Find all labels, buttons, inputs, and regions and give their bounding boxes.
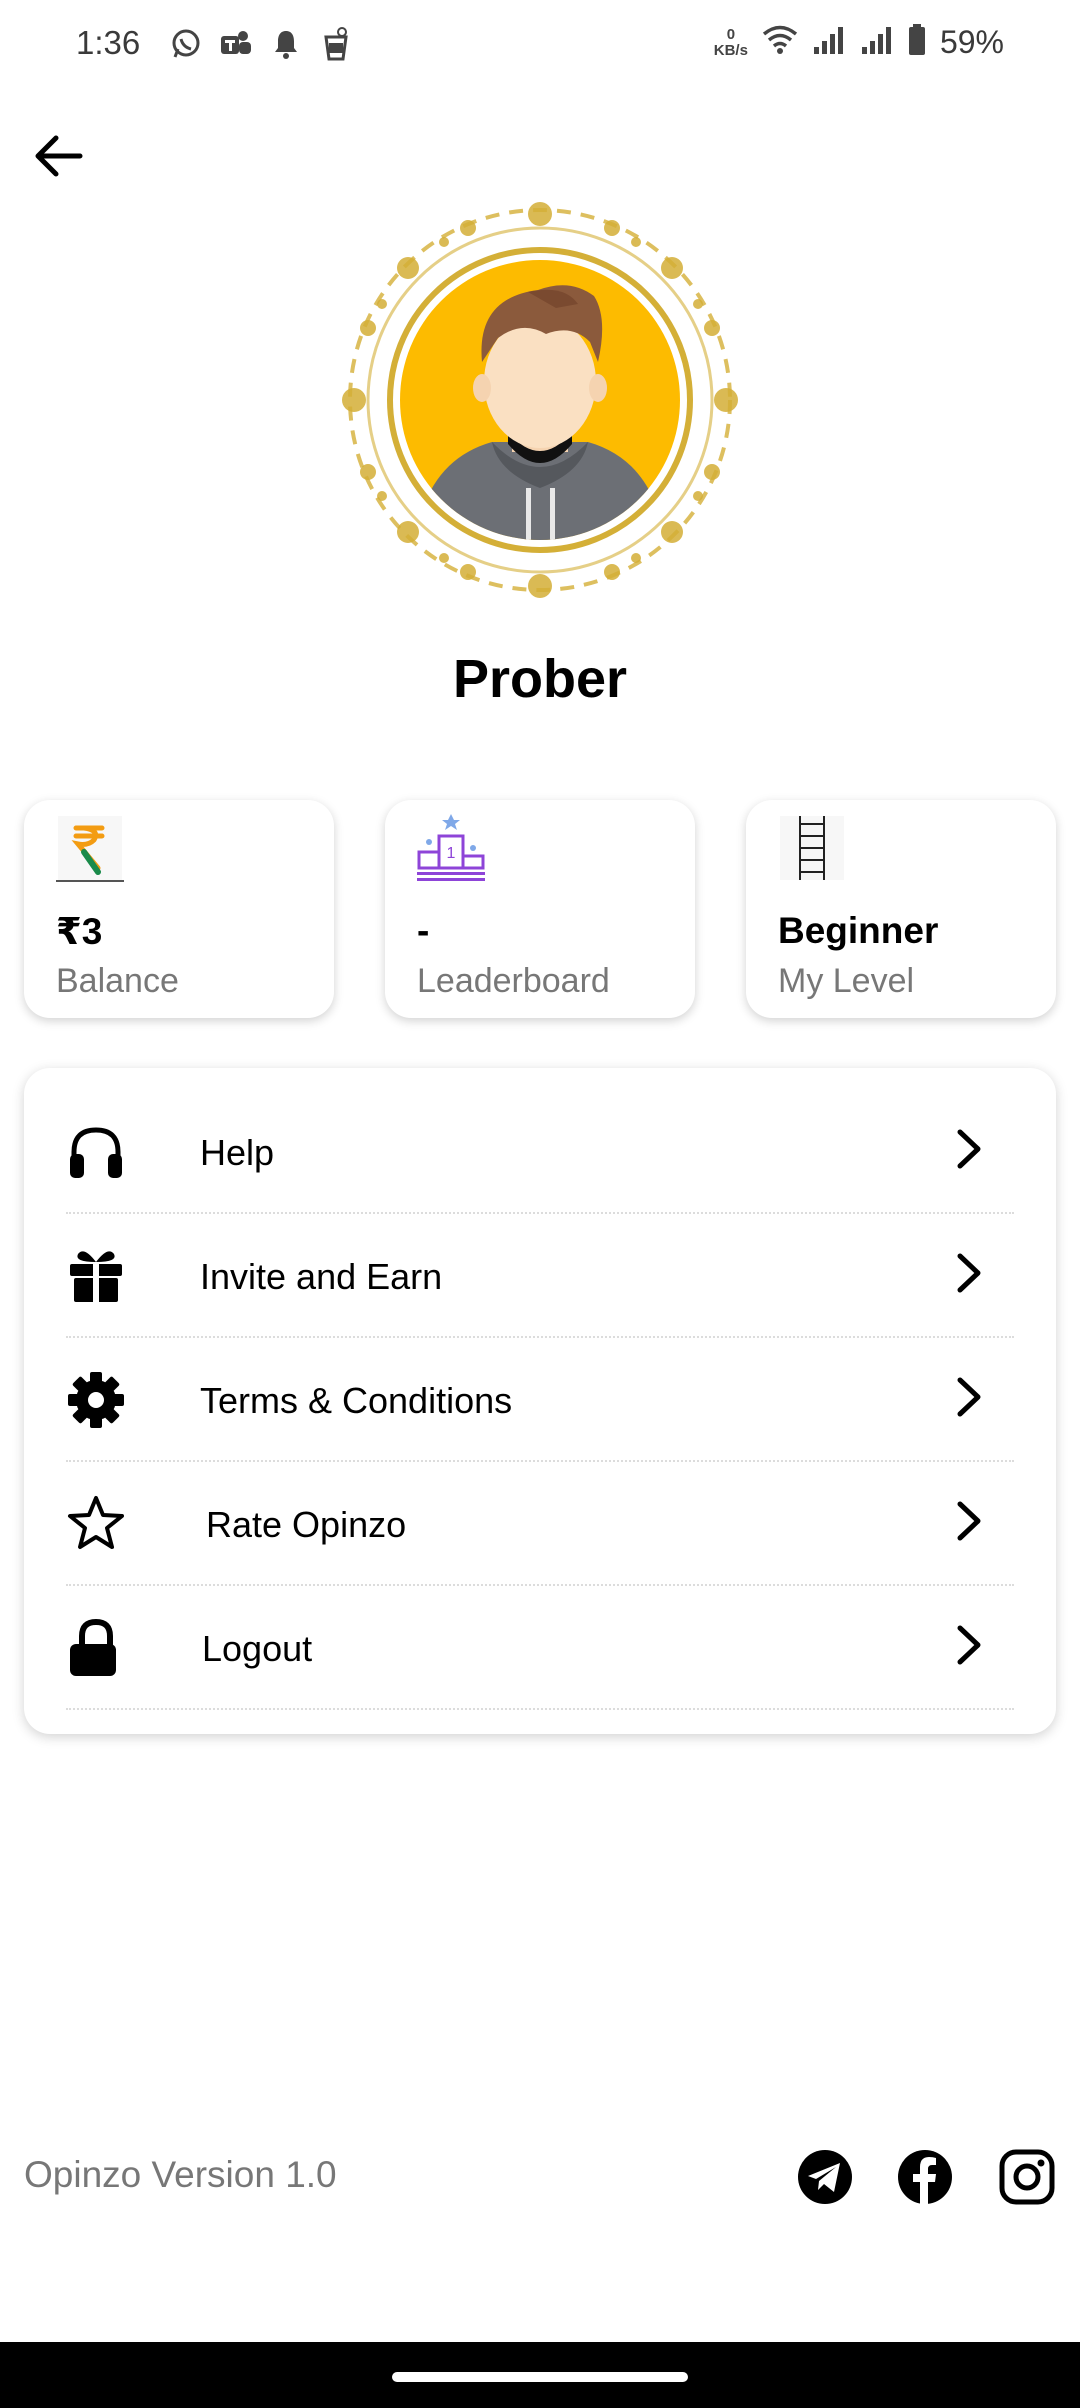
ladder-icon [776,812,848,884]
podium-icon: 1 [415,812,487,884]
chevron-right-icon [950,1624,986,1666]
leaderboard-value: - [417,910,430,951]
lock-icon [66,1618,126,1678]
facebook-icon[interactable] [896,2148,954,2206]
leaderboard-label: Leaderboard [417,962,610,1000]
menu-item-logout[interactable]: Logout [66,1584,1014,1710]
menu-label-logout: Logout [202,1628,313,1669]
svg-text:1: 1 [447,845,456,862]
system-nav-bar [0,2342,1080,2408]
level-card[interactable]: Beginner My Level [746,800,1056,1018]
battery-percent: 59% [939,24,1004,60]
level-label: My Level [778,962,915,1000]
status-bar: 1:36 0 KB/s 59% [0,0,1080,90]
app-version: Opinzo Version 1.0 [24,2154,337,2195]
menu-item-invite[interactable]: Invite and Earn [66,1212,1014,1338]
star-icon [66,1494,126,1554]
instagram-icon[interactable] [998,2148,1056,2206]
settings-menu: Help Invite and Earn Terms & Conditions … [24,1068,1056,1734]
menu-item-help[interactable]: Help [66,1088,1014,1214]
status-time: 1:36 [76,24,141,61]
menu-label-help: Help [200,1132,275,1173]
wifi-icon [762,25,798,60]
profile-name: Prober [452,649,628,709]
menu-item-rate[interactable]: Rate Opinzo [66,1460,1014,1586]
signal-icon-2 [860,25,894,60]
arrow-left-icon [35,135,83,177]
level-value: Beginner [778,910,939,951]
gift-icon [66,1246,126,1306]
menu-item-terms[interactable]: Terms & Conditions [66,1336,1014,1462]
signal-icon [812,25,846,60]
balance-value: ₹3 [56,911,103,952]
menu-label-invite: Invite and Earn [200,1256,443,1297]
app-notification-icon [318,26,354,62]
rupee-icon [54,812,126,884]
net-speed: 0 KB/s [713,25,748,59]
back-button[interactable] [30,128,86,184]
gear-icon [66,1370,126,1430]
balance-label: Balance [56,962,179,1000]
menu-label-rate: Rate Opinzo [206,1504,407,1545]
whatsapp-icon [168,26,204,62]
chevron-right-icon [950,1252,986,1294]
chevron-right-icon [950,1376,986,1418]
headphones-icon [66,1122,126,1182]
chevron-right-icon [950,1500,986,1542]
battery-icon [908,24,926,61]
bell-icon [268,26,304,62]
status-right: 0 KB/s 59% [714,24,1004,61]
telegram-icon[interactable] [796,2148,854,2206]
notification-icons [168,26,354,62]
home-indicator[interactable] [392,2372,688,2382]
chevron-right-icon [950,1128,986,1170]
profile-avatar [332,192,748,608]
balance-card[interactable]: ₹3 Balance [24,800,334,1018]
teams-icon [218,26,254,62]
leaderboard-card[interactable]: 1 - Leaderboard [385,800,695,1018]
menu-label-terms: Terms & Conditions [200,1380,513,1421]
